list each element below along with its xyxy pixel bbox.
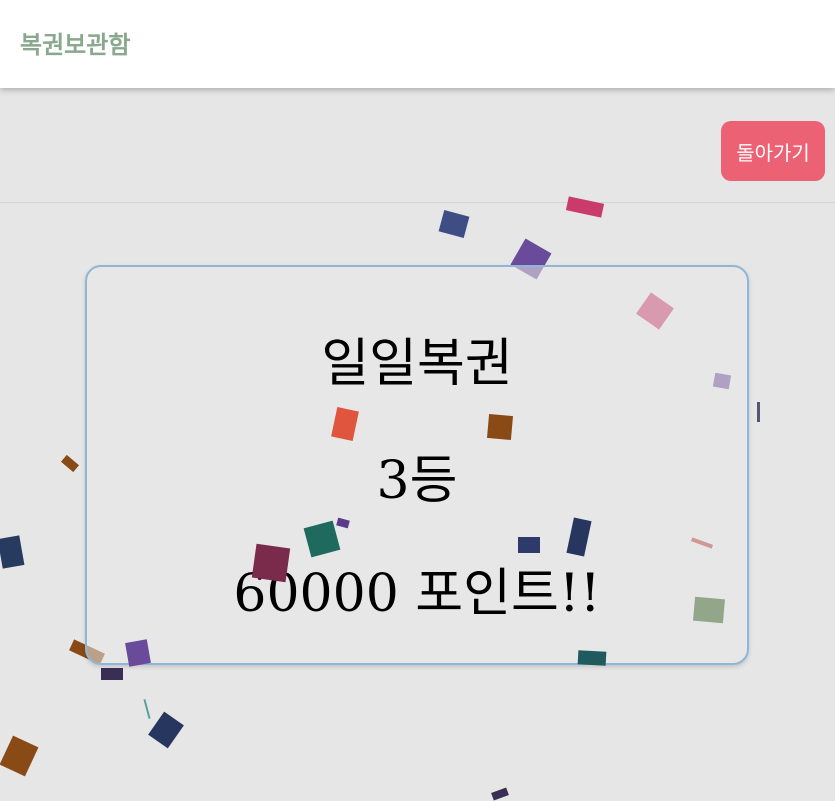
prize-rank: 3등	[376, 451, 458, 511]
app-title: 복권보관함	[20, 31, 131, 59]
prize-amount: 60000 포인트!!	[233, 564, 601, 624]
confetti-icon	[491, 787, 509, 801]
lottery-name: 일일복권	[321, 334, 513, 394]
lottery-result-card: 일일복권 3등 60000 포인트!!	[85, 265, 749, 665]
confetti-icon	[438, 210, 470, 238]
confetti-icon	[0, 535, 25, 569]
confetti-icon	[0, 735, 39, 777]
app-header: 복권보관함	[0, 0, 835, 88]
confetti-icon	[101, 668, 123, 680]
back-button[interactable]: 돌아가기	[721, 121, 825, 181]
confetti-icon	[148, 711, 184, 749]
toolbar-divider	[0, 202, 835, 203]
confetti-icon	[757, 402, 760, 422]
confetti-icon	[60, 454, 80, 473]
confetti-icon	[143, 699, 151, 719]
confetti-icon	[565, 196, 605, 218]
